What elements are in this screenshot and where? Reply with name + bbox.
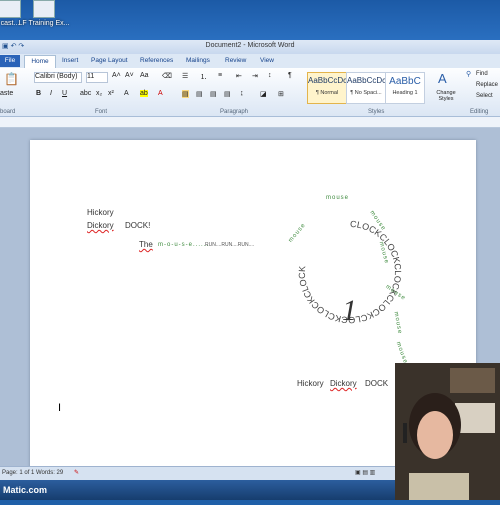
increase-indent-icon[interactable]: ⇥ bbox=[252, 72, 258, 80]
title-bar: ▣ ↶ ↷ Document2 - Microsoft Word bbox=[0, 40, 500, 54]
clock-number: 1 bbox=[342, 294, 357, 327]
tab-home[interactable]: Home bbox=[24, 55, 56, 69]
tab-insert[interactable]: Insert bbox=[62, 57, 78, 64]
mouse-path-word: mouse bbox=[394, 341, 409, 365]
subscript-button[interactable]: x₂ bbox=[96, 90, 102, 97]
paste-button[interactable]: aste bbox=[0, 90, 13, 97]
find-button[interactable]: Find bbox=[476, 71, 488, 77]
find-icon[interactable]: ⚲ bbox=[466, 70, 471, 78]
doc-text-run: RUN....RUN....RUN.... bbox=[205, 242, 255, 248]
change-styles-button[interactable]: Change Styles bbox=[434, 90, 458, 102]
tab-file[interactable]: File bbox=[0, 55, 20, 67]
tab-review[interactable]: Review bbox=[225, 57, 246, 64]
show-marks-icon[interactable]: ¶ bbox=[288, 72, 292, 79]
desktop-icon-label: LF Training Ex... bbox=[18, 20, 70, 27]
group-styles-label: Styles bbox=[368, 109, 385, 115]
doc-text-the: The bbox=[139, 240, 153, 249]
style-name: ¶ No Spaci... bbox=[350, 90, 382, 96]
align-right-button[interactable]: ▤ bbox=[210, 90, 217, 98]
bottom-text-dock: DOCK bbox=[365, 379, 389, 388]
tab-references[interactable]: References bbox=[140, 57, 173, 64]
style-heading-1[interactable]: AaBbC Heading 1 bbox=[385, 72, 425, 104]
bold-button[interactable]: B bbox=[36, 90, 41, 97]
style-name: Heading 1 bbox=[392, 90, 418, 96]
presenter-image bbox=[395, 363, 500, 500]
bottom-text-dickory: Dickory bbox=[330, 379, 357, 388]
webcam-overlay bbox=[395, 363, 500, 500]
document-icon bbox=[33, 0, 55, 18]
font-name-select[interactable]: Calibri (Body) bbox=[34, 72, 82, 83]
style-sample: AaBbC bbox=[389, 76, 421, 87]
italic-button[interactable]: I bbox=[50, 90, 52, 97]
word-count[interactable]: Words: 29 bbox=[36, 470, 63, 476]
horizontal-ruler[interactable] bbox=[0, 117, 500, 128]
style-no-spacing[interactable]: AaBbCcDc ¶ No Spaci... bbox=[346, 72, 386, 104]
font-size-select[interactable]: 11 bbox=[86, 72, 108, 83]
tab-view[interactable]: View bbox=[260, 57, 274, 64]
font-color-icon[interactable]: A bbox=[158, 90, 163, 97]
style-sample: AaBbCcDc bbox=[347, 76, 387, 85]
view-buttons[interactable]: ▣ ▤ ▥ bbox=[355, 469, 375, 476]
replace-button[interactable]: Replace bbox=[476, 82, 498, 88]
text-cursor-icon: I bbox=[58, 402, 62, 414]
desktop: cast... LF Training Ex... bbox=[0, 0, 500, 40]
bullets-icon[interactable]: ☰ bbox=[182, 72, 188, 80]
tab-mailings[interactable]: Mailings bbox=[186, 57, 210, 64]
highlight-icon[interactable]: ab bbox=[140, 90, 148, 97]
underline-button[interactable]: U bbox=[62, 90, 67, 97]
strikethrough-button[interactable]: abc bbox=[80, 90, 91, 97]
style-normal[interactable]: AaBbCcDc ¶ Normal bbox=[307, 72, 347, 104]
style-sample: AaBbCcDc bbox=[308, 76, 348, 85]
line-spacing-icon[interactable]: ↨ bbox=[240, 90, 244, 97]
desktop-icon[interactable]: LF Training Ex... bbox=[14, 0, 74, 27]
change-case-icon[interactable]: Aa bbox=[140, 72, 149, 79]
brand-watermark: Matic.com bbox=[3, 485, 48, 495]
group-font-label: Font bbox=[95, 109, 108, 115]
decrease-indent-icon[interactable]: ⇤ bbox=[236, 72, 242, 80]
doc-text-dickory: Dickory bbox=[87, 221, 114, 230]
mouse-path-word: mouse bbox=[326, 195, 350, 201]
page-count[interactable]: Page: 1 of 1 bbox=[2, 470, 34, 476]
superscript-button[interactable]: x² bbox=[108, 90, 114, 97]
ribbon-home: 📋 aste board Calibri (Body) 11 A˄ A˅ Aa … bbox=[0, 68, 500, 117]
borders-icon[interactable]: ⊞ bbox=[278, 90, 284, 98]
doc-text-hickory: Hickory bbox=[87, 208, 114, 217]
grow-font-icon[interactable]: A˄ bbox=[112, 72, 121, 79]
proofing-icon[interactable]: ✎ bbox=[74, 469, 79, 476]
tab-page-layout[interactable]: Page Layout bbox=[91, 57, 128, 64]
shrink-font-icon[interactable]: A˅ bbox=[125, 72, 134, 79]
select-button[interactable]: Select bbox=[476, 93, 493, 99]
numbering-icon[interactable]: ⒈ bbox=[200, 72, 207, 82]
shading-icon[interactable]: ◪ bbox=[260, 90, 267, 98]
clear-format-icon[interactable]: ⌫ bbox=[162, 72, 172, 80]
multilevel-list-icon[interactable]: ≡ bbox=[218, 72, 222, 79]
ribbon-tabs: File Home Insert Page Layout References … bbox=[0, 54, 500, 69]
group-paragraph-label: Paragraph bbox=[220, 109, 249, 115]
justify-button[interactable]: ▤ bbox=[224, 90, 231, 98]
style-name: ¶ Normal bbox=[315, 90, 339, 96]
align-center-button[interactable]: ▤ bbox=[196, 90, 203, 98]
paste-icon[interactable]: 📋 bbox=[4, 72, 19, 86]
doc-text-dock: DOCK! bbox=[125, 221, 151, 230]
change-styles-icon[interactable]: A bbox=[438, 71, 447, 86]
doc-text-mouse-spaced: m-o-u-s-e...... bbox=[158, 242, 210, 248]
window-title: Document2 - Microsoft Word bbox=[205, 42, 295, 49]
align-left-button[interactable]: ▤ bbox=[182, 90, 189, 98]
group-editing-label: Editing bbox=[470, 109, 489, 115]
group-clipboard-label: board bbox=[0, 109, 16, 115]
sort-icon[interactable]: ↕ bbox=[268, 72, 272, 79]
bottom-text-hickory: Hickory bbox=[297, 379, 324, 388]
text-effects-icon[interactable]: A bbox=[124, 90, 129, 97]
